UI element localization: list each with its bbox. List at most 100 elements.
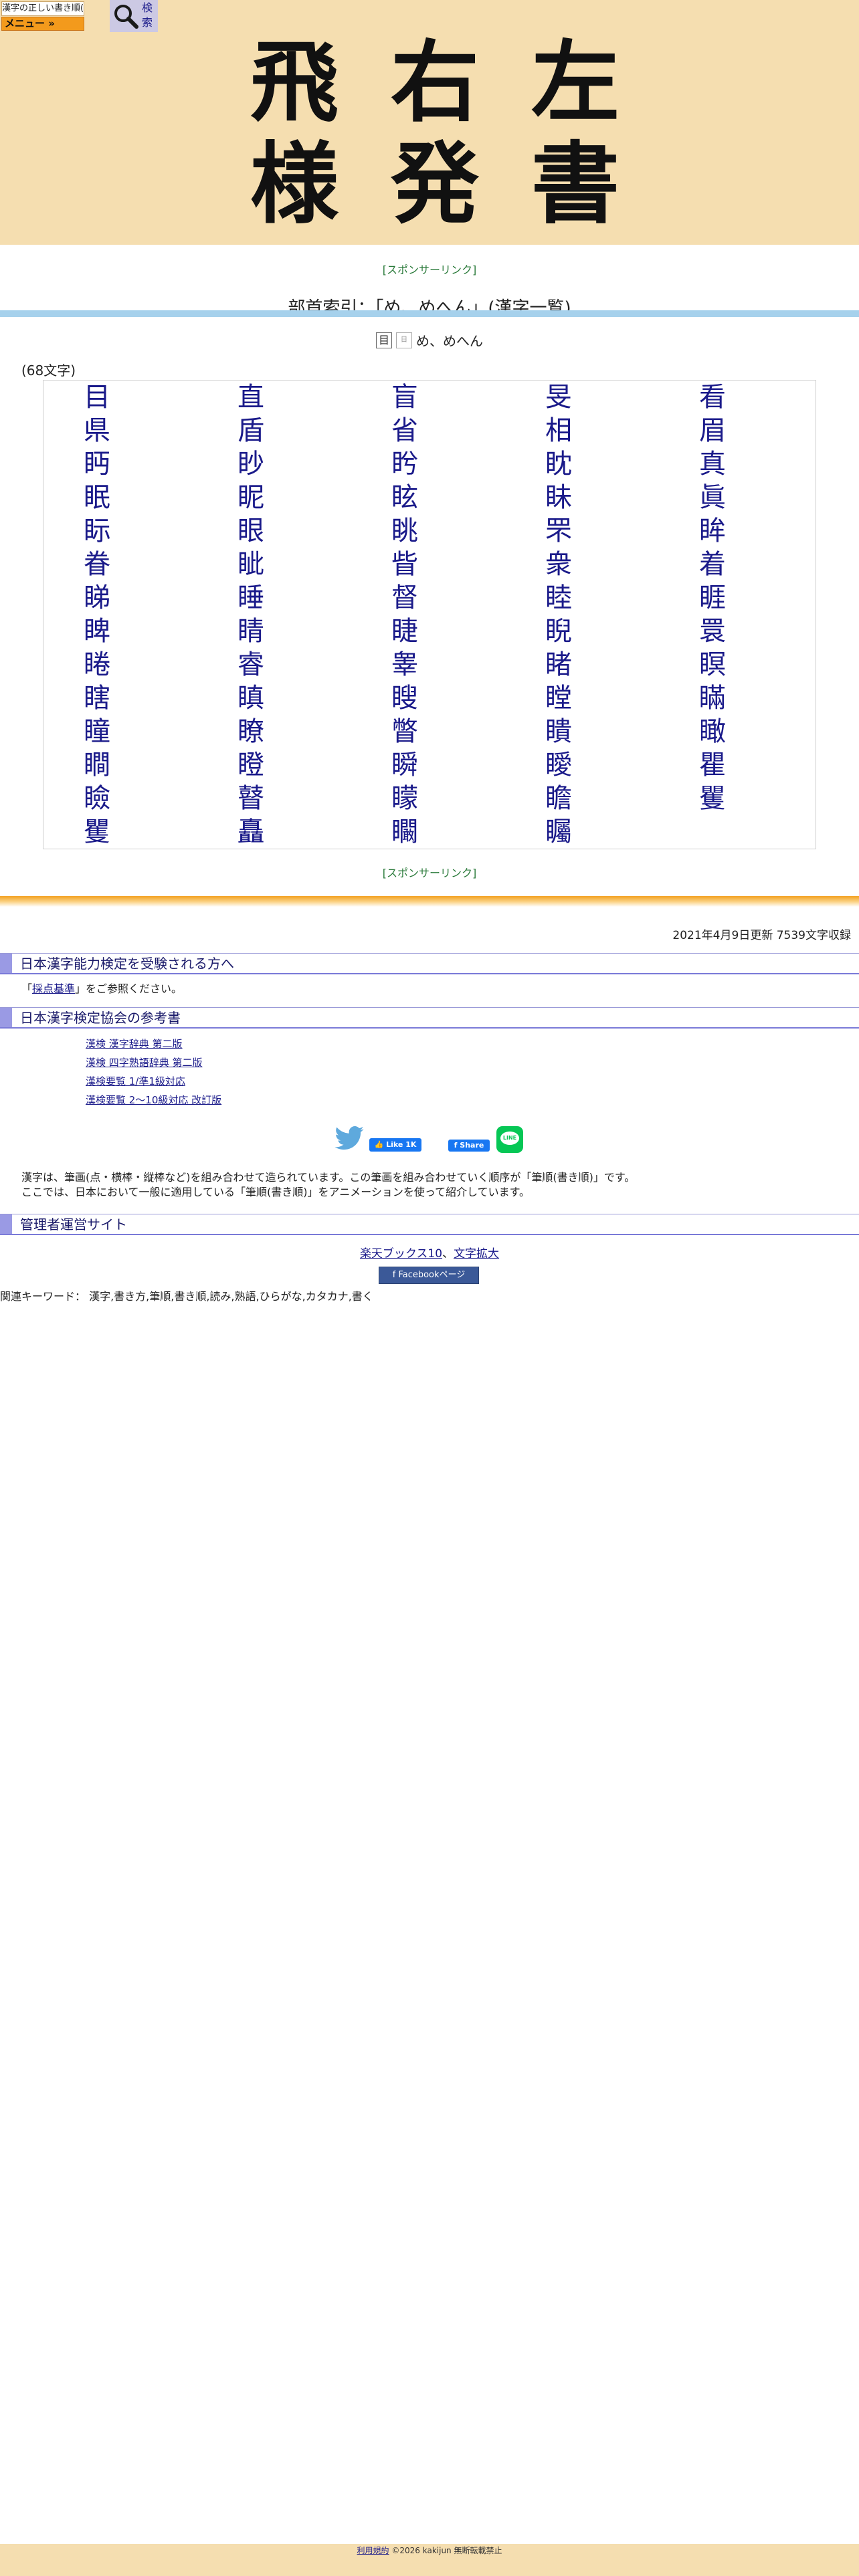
kanji-link[interactable]: 瞶 (518, 715, 599, 748)
kanji-link[interactable]: 瞎 (57, 681, 137, 715)
kanji-link[interactable]: 睨 (518, 615, 599, 648)
site-logo-text[interactable]: 漢字の正しい書き順(筆順) (1, 1, 84, 16)
kanji-link[interactable]: 睥 (57, 615, 137, 648)
kanji-link[interactable]: 睿 (211, 648, 291, 681)
kanji-link[interactable]: 眼 (211, 514, 291, 548)
kanji-link[interactable]: 眠 (57, 481, 137, 514)
kanji-link[interactable]: 眦 (211, 548, 291, 581)
menu-button[interactable]: メニュー » (1, 17, 84, 31)
kanji-link[interactable]: 省 (365, 414, 445, 447)
kanji-link[interactable]: 眤 (211, 481, 291, 514)
kanji-link[interactable]: 眉 (672, 414, 753, 447)
kanji-link[interactable]: 看 (672, 381, 753, 414)
kanji-link[interactable]: 瞭 (211, 715, 291, 748)
kanji-link[interactable]: 瞞 (672, 681, 753, 715)
kanji-link[interactable]: 矚 (518, 815, 599, 849)
kanji-link[interactable]: 眛 (518, 481, 599, 514)
kanji-link[interactable]: 目 (57, 381, 137, 414)
kanji-link[interactable]: 眸 (672, 514, 753, 548)
kanji-link[interactable]: 真 (672, 447, 753, 481)
section-heading-kentei: 日本漢字能力検定を受験される方へ (0, 953, 859, 974)
line-share-icon[interactable]: LINE (496, 1126, 523, 1153)
title-char: 飛 (250, 31, 339, 134)
facebook-page-button[interactable]: f Facebookページ (379, 1267, 479, 1284)
kanji-link[interactable]: 眇 (211, 447, 291, 481)
kanji-link[interactable]: 睹 (518, 648, 599, 681)
thumbs-up-icon: 👍 (374, 1140, 387, 1149)
kanji-link[interactable]: 瞰 (672, 715, 753, 748)
book-link[interactable]: 漢検 四字熟語辞典 第二版 (86, 1055, 203, 1069)
kanji-link[interactable]: 矍 (672, 782, 753, 815)
kanji-link[interactable]: 眺 (365, 514, 445, 548)
title-char: 右 (391, 31, 479, 134)
kanji-link[interactable]: 睾 (365, 648, 445, 681)
book-link[interactable]: 漢検要覧 1/準1級対応 (86, 1074, 185, 1088)
moji-kakudai-link[interactable]: 文字拡大 (454, 1247, 499, 1261)
kanji-link[interactable]: 瞳 (57, 715, 137, 748)
kanji-link[interactable]: 睇 (57, 581, 137, 615)
kanji-link[interactable]: 眷 (57, 548, 137, 581)
kanji-link[interactable]: 矍 (57, 815, 137, 849)
scoring-criteria-link[interactable]: 採点基準 (32, 982, 75, 995)
kanji-link[interactable]: 瞷 (57, 748, 137, 782)
kanji-link[interactable]: 瞽 (211, 782, 291, 815)
kanji-link[interactable]: 睘 (672, 615, 753, 648)
kanji-link[interactable]: 督 (365, 581, 445, 615)
kanji-link[interactable]: 睫 (365, 615, 445, 648)
book-link[interactable]: 漢検要覧 2～10級対応 改訂版 (86, 1093, 221, 1107)
kanji-link[interactable]: 矇 (365, 782, 445, 815)
twitter-icon[interactable] (335, 1126, 364, 1150)
rakuten-books-link[interactable]: 楽天ブックス10 (360, 1247, 442, 1261)
kanji-link[interactable]: 瞪 (211, 748, 291, 782)
kanji-link[interactable]: 眎 (57, 514, 137, 548)
kanji-link[interactable]: 矗 (211, 815, 291, 849)
kanji-link[interactable]: 衆 (518, 548, 599, 581)
kanji-link[interactable]: 眥 (365, 548, 445, 581)
kanji-link[interactable]: 睡 (211, 581, 291, 615)
facebook-icon: f (454, 1141, 460, 1150)
kanji-table: 目 直 盲 旻 看県 盾 省 相 眉眄 眇 盻 眈 真眠 眤 眩 眛 眞眎 眼 眺 罘 眸眷 眦 眥 衆 着睇 睡 督 睦 睚睥 睛 睫 睨 睘… (43, 380, 816, 849)
kanji-link[interactable]: 睚 (672, 581, 753, 615)
kanji-link[interactable]: 瞑 (672, 648, 753, 681)
kanji-link[interactable]: 着 (672, 548, 753, 581)
site-logo[interactable]: 漢字の正しい書き順(筆順) メニュー » (0, 0, 86, 32)
kanji-link[interactable]: 睠 (57, 648, 137, 681)
book-link[interactable]: 漢検 漢字辞典 第二版 (86, 1037, 183, 1051)
kanji-link[interactable]: 瞻 (518, 782, 599, 815)
kanji-link[interactable]: 直 (211, 381, 291, 414)
kanji-link[interactable]: 睛 (211, 615, 291, 648)
facebook-like-button[interactable]: 👍 Like 1K (369, 1138, 421, 1152)
kanji-link[interactable]: 旻 (518, 381, 599, 414)
kanji-link[interactable]: 眞 (672, 481, 753, 514)
radical-row: 目目め、めへん (0, 330, 859, 354)
kanji-link[interactable]: 県 (57, 414, 137, 447)
title-char: 様 (250, 132, 339, 236)
kanji-link[interactable]: 睦 (518, 581, 599, 615)
kanji-link[interactable]: 瞬 (365, 748, 445, 782)
kanji-link[interactable]: 瞥 (365, 715, 445, 748)
kanji-link[interactable]: 瞍 (365, 681, 445, 715)
kanji-link[interactable]: 瞹 (518, 748, 599, 782)
kanji-link[interactable]: 盲 (365, 381, 445, 414)
section-title: 管理者運営サイト (20, 1216, 127, 1232)
search-icon (114, 5, 138, 29)
kanji-link[interactable]: 盻 (365, 447, 445, 481)
kanji-link[interactable]: 眄 (57, 447, 137, 481)
kanji-link[interactable]: 瞼 (57, 782, 137, 815)
terms-link[interactable]: 利用規約 (357, 2546, 389, 2555)
kanji-link[interactable]: 矙 (365, 815, 445, 849)
title-char: 書 (531, 132, 619, 236)
facebook-share-button[interactable]: f Share (448, 1140, 490, 1152)
kanji-link[interactable]: 瞿 (672, 748, 753, 782)
search-button[interactable]: 検索 (110, 0, 158, 32)
section-divider (0, 896, 859, 907)
kanji-link[interactable]: 眈 (518, 447, 599, 481)
kanji-link[interactable]: 瞠 (518, 681, 599, 715)
description-line-2: ここでは、日本において一般に適用している「筆順(書き順)」をアニメーションを使っ… (21, 1186, 531, 1198)
kanji-link[interactable]: 瞋 (211, 681, 291, 715)
copyright: ©2026 kakijun 無断転載禁止 (391, 2546, 502, 2555)
kanji-link[interactable]: 盾 (211, 414, 291, 447)
kanji-link[interactable]: 眩 (365, 481, 445, 514)
kanji-link[interactable]: 相 (518, 414, 599, 447)
kanji-link[interactable]: 罘 (518, 514, 599, 548)
